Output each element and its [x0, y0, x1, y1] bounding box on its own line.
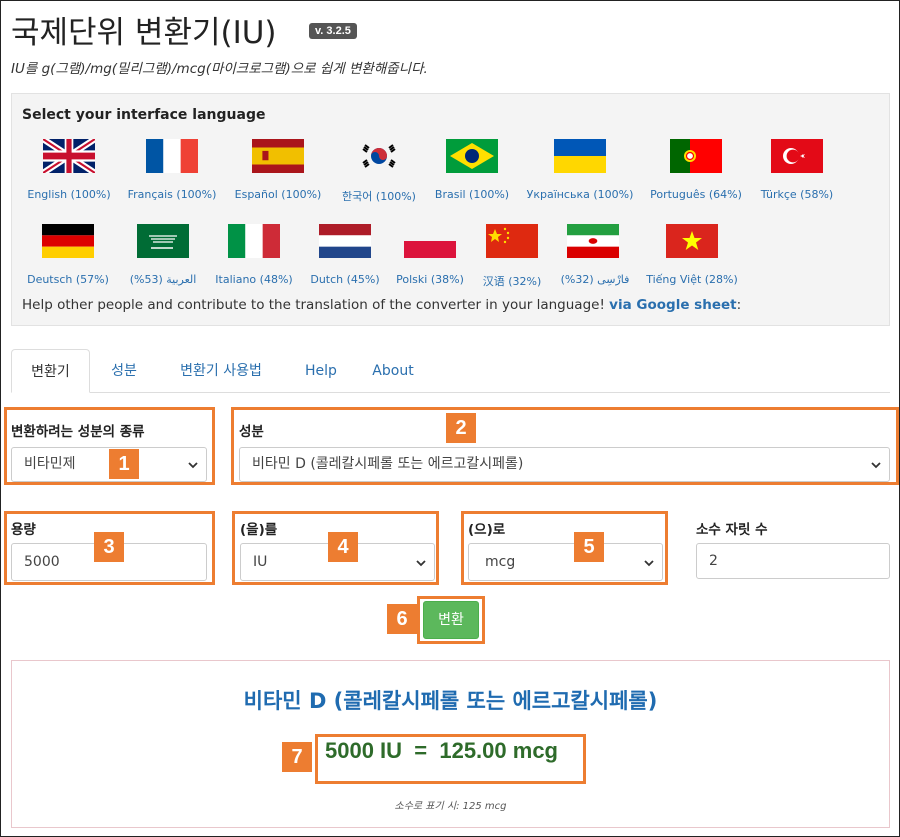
annotation-badge-6: 6	[387, 604, 417, 634]
language-english[interactable]: English (100%)	[27, 188, 110, 201]
poland-flag-icon[interactable]	[404, 224, 456, 258]
language-vietnamese[interactable]: Tiếng Việt (28%)	[646, 273, 738, 286]
main-tabs: 변환기 성분 변환기 사용법 Help About	[11, 349, 890, 393]
tab-usage[interactable]: 변환기 사용법	[166, 349, 276, 393]
tab-converter[interactable]: 변환기	[11, 349, 90, 393]
spain-flag-icon[interactable]	[252, 139, 304, 173]
tab-help[interactable]: Help	[296, 349, 346, 393]
convert-button[interactable]: 변환	[423, 601, 479, 639]
korea-flag-icon[interactable]	[353, 139, 405, 173]
language-italian[interactable]: Italiano (48%)	[215, 273, 292, 286]
ukraine-flag-icon[interactable]	[554, 139, 606, 173]
china-flag-icon[interactable]	[486, 224, 538, 258]
highlight-box-2	[231, 407, 899, 485]
annotation-badge-1: 1	[109, 449, 139, 479]
annotation-badge-2: 2	[446, 413, 476, 443]
page-title: 국제단위 변환기(IU)	[11, 15, 277, 51]
vietnam-flag-icon[interactable]	[666, 224, 718, 258]
language-brazil[interactable]: Brasil (100%)	[435, 188, 509, 201]
italy-flag-icon[interactable]	[228, 224, 280, 258]
translation-help-text: Help other people and contribute to the …	[22, 297, 741, 313]
language-korean[interactable]: 한국어 (100%)	[342, 188, 416, 204]
portugal-flag-icon[interactable]	[670, 139, 722, 173]
annotation-badge-7: 7	[282, 742, 312, 772]
decimals-value: 2	[709, 553, 718, 569]
result-title: 비타민 D (콜레칼시페롤 또는 에르고칼시페롤)	[243, 689, 658, 713]
annotation-badge-3: 3	[94, 532, 124, 562]
help-text-body: Help other people and contribute to the …	[22, 297, 610, 313]
tab-about[interactable]: About	[363, 349, 423, 393]
language-turkish[interactable]: Türkçe (58%)	[761, 188, 833, 201]
germany-flag-icon[interactable]	[42, 224, 94, 258]
language-chinese[interactable]: 汉语 (32%)	[483, 273, 542, 289]
tab-ingredients[interactable]: 성분	[99, 349, 149, 393]
decimals-label: 소수 자릿 수	[696, 522, 768, 538]
language-ukrainian[interactable]: Українська (100%)	[527, 188, 634, 201]
uk-flag-icon[interactable]	[43, 139, 95, 173]
iran-flag-icon[interactable]	[567, 224, 619, 258]
version-badge: v. 3.2.5	[309, 23, 357, 39]
language-persian[interactable]: فارْسِی (32%)	[561, 273, 630, 286]
annotation-badge-5: 5	[574, 532, 604, 562]
google-sheet-link[interactable]: via Google sheet	[609, 297, 736, 313]
saudi-flag-icon[interactable]	[137, 224, 189, 258]
language-dutch[interactable]: Dutch (45%)	[310, 273, 379, 286]
help-text-suffix: :	[736, 297, 742, 313]
page-subtitle: IU를 g(그램)/mg(밀리그램)/mcg(마이크로그램)으로 쉽게 변환해줍…	[11, 61, 428, 77]
language-french[interactable]: Français (100%)	[128, 188, 217, 201]
language-spanish[interactable]: Español (100%)	[235, 188, 322, 201]
brazil-flag-icon[interactable]	[446, 139, 498, 173]
language-arabic[interactable]: العربية (53%)	[130, 273, 197, 286]
language-polish[interactable]: Polski (38%)	[396, 273, 464, 286]
netherlands-flag-icon[interactable]	[319, 224, 371, 258]
france-flag-icon[interactable]	[146, 139, 198, 173]
decimals-input[interactable]: 2	[696, 543, 890, 579]
language-german[interactable]: Deutsch (57%)	[27, 273, 109, 286]
language-panel: Select your interface language English (…	[11, 93, 890, 326]
turkey-flag-icon[interactable]	[771, 139, 823, 173]
result-value: 5000 IU = 125.00 mcg	[325, 738, 558, 763]
language-heading: Select your interface language	[22, 107, 266, 123]
highlight-box-5	[461, 511, 668, 585]
annotation-badge-4: 4	[328, 532, 358, 562]
language-portuguese[interactable]: Português (64%)	[650, 188, 742, 201]
result-note: 소수로 표기 시: 125 mcg	[394, 801, 507, 812]
